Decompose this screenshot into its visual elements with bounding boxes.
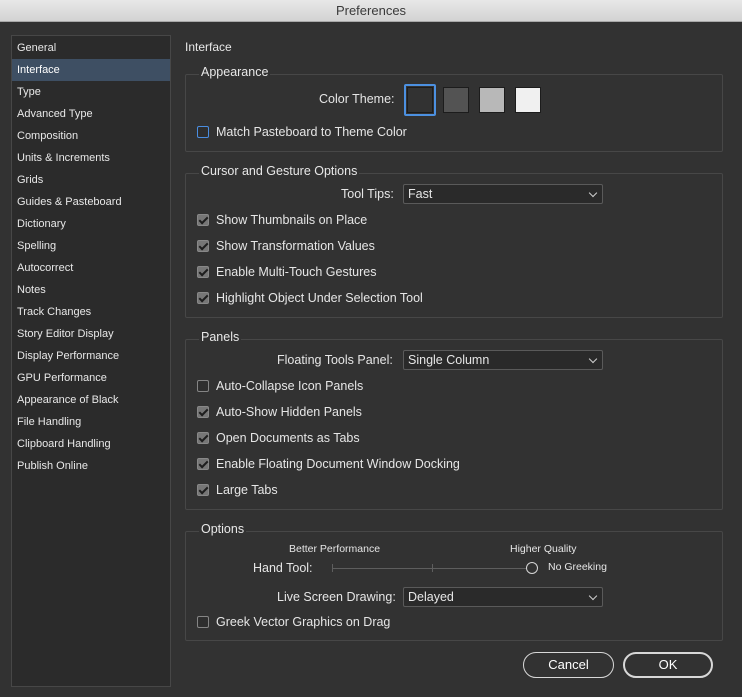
highlight-object-under-selection-tool-label: Highlight Object Under Selection Tool <box>216 291 423 305</box>
show-transformation-values-label: Show Transformation Values <box>216 239 375 253</box>
sidebar-item-composition[interactable]: Composition <box>12 125 170 147</box>
sidebar-item-story-editor-display[interactable]: Story Editor Display <box>12 323 170 345</box>
large-tabs-checkbox[interactable] <box>197 484 209 496</box>
open-documents-as-tabs-checkbox[interactable] <box>197 432 209 444</box>
selected-swatch-ring <box>404 84 436 116</box>
better-performance-label: Better Performance <box>289 543 381 555</box>
auto-show-hidden-panels-option[interactable]: Auto-Show Hidden Panels <box>197 403 362 421</box>
enable-floating-document-window-docking-checkbox[interactable] <box>197 458 209 470</box>
sidebar-item-autocorrect[interactable]: Autocorrect <box>12 257 170 279</box>
greek-vector-option[interactable]: Greek Vector Graphics on Drag <box>197 613 390 631</box>
sidebar-item-dictionary[interactable]: Dictionary <box>12 213 170 235</box>
options-group: Options Better Performance Higher Qualit… <box>185 522 723 641</box>
auto-show-hidden-panels-label: Auto-Show Hidden Panels <box>216 405 362 419</box>
options-group-title: Options <box>199 522 247 536</box>
ok-button[interactable]: OK <box>623 652 713 678</box>
sidebar-item-display-performance[interactable]: Display Performance <box>12 345 170 367</box>
preferences-content: Interface Appearance Color Theme: Match … <box>185 0 725 697</box>
sidebar-item-general[interactable]: General <box>12 37 170 59</box>
enable-multi-touch-gestures-label: Enable Multi-Touch Gestures <box>216 265 377 279</box>
color-theme-swatch[interactable] <box>443 87 469 113</box>
cancel-button[interactable]: Cancel <box>523 652 614 678</box>
sidebar-item-track-changes[interactable]: Track Changes <box>12 301 170 323</box>
cursor-gesture-group: Cursor and Gesture Options Tool Tips: Fa… <box>185 164 723 318</box>
floating-tools-select[interactable]: Single Column <box>403 350 603 370</box>
floating-tools-value: Single Column <box>408 353 490 367</box>
enable-floating-document-window-docking-label: Enable Floating Document Window Docking <box>216 457 460 471</box>
auto-show-hidden-panels-checkbox[interactable] <box>197 406 209 418</box>
show-thumbnails-on-place-label: Show Thumbnails on Place <box>216 213 368 227</box>
sidebar-item-advanced-type[interactable]: Advanced Type <box>12 103 170 125</box>
chevron-down-icon <box>588 188 598 198</box>
appearance-group-title: Appearance <box>199 65 271 79</box>
floating-tools-label: Floating Tools Panel: <box>277 353 393 367</box>
slider-tick <box>432 564 433 572</box>
sidebar-item-type[interactable]: Type <box>12 81 170 103</box>
sidebar-item-clipboard-handling[interactable]: Clipboard Handling <box>12 433 170 455</box>
sidebar-item-units-increments[interactable]: Units & Increments <box>12 147 170 169</box>
sidebar-item-notes[interactable]: Notes <box>12 279 170 301</box>
tool-tips-select[interactable]: Fast <box>403 184 603 204</box>
color-theme-label: Color Theme: <box>319 92 395 106</box>
panels-group: Panels Floating Tools Panel: Single Colu… <box>185 330 723 510</box>
page-title: Interface <box>185 40 232 54</box>
show-transformation-values-checkbox[interactable] <box>197 240 209 252</box>
appearance-group: Appearance Color Theme: Match Pasteboard… <box>185 65 723 152</box>
large-tabs-label: Large Tabs <box>216 483 278 497</box>
sidebar-item-gpu-performance[interactable]: GPU Performance <box>12 367 170 389</box>
enable-floating-document-window-docking-option[interactable]: Enable Floating Document Window Docking <box>197 455 460 473</box>
tool-tips-value: Fast <box>408 187 433 201</box>
sidebar-item-grids[interactable]: Grids <box>12 169 170 191</box>
live-screen-drawing-value: Delayed <box>408 590 454 604</box>
sidebar-item-appearance-of-black[interactable]: Appearance of Black <box>12 389 170 411</box>
tool-tips-label: Tool Tips: <box>341 187 394 201</box>
highlight-object-under-selection-tool-checkbox[interactable] <box>197 292 209 304</box>
panels-group-title: Panels <box>199 330 242 344</box>
show-transformation-values-option[interactable]: Show Transformation Values <box>197 237 375 255</box>
auto-collapse-icon-panels-checkbox[interactable] <box>197 380 209 392</box>
match-pasteboard-option[interactable]: Match Pasteboard to Theme Color <box>197 123 407 141</box>
hand-tool-slider[interactable] <box>332 560 542 576</box>
live-screen-drawing-label: Live Screen Drawing: <box>277 590 396 604</box>
greek-vector-checkbox[interactable] <box>197 616 209 628</box>
enable-multi-touch-gestures-checkbox[interactable] <box>197 266 209 278</box>
greek-vector-label: Greek Vector Graphics on Drag <box>216 615 391 629</box>
sidebar-item-guides-pasteboard[interactable]: Guides & Pasteboard <box>12 191 170 213</box>
open-documents-as-tabs-option[interactable]: Open Documents as Tabs <box>197 429 360 447</box>
color-theme-swatch[interactable] <box>515 87 541 113</box>
hand-tool-value: No Greeking <box>548 561 607 573</box>
auto-collapse-icon-panels-label: Auto-Collapse Icon Panels <box>216 379 364 393</box>
sidebar-item-publish-online[interactable]: Publish Online <box>12 455 170 477</box>
auto-collapse-icon-panels-option[interactable]: Auto-Collapse Icon Panels <box>197 377 363 395</box>
color-theme-swatch[interactable] <box>479 87 505 113</box>
slider-thumb[interactable] <box>526 562 538 574</box>
match-pasteboard-label: Match Pasteboard to Theme Color <box>216 125 407 139</box>
slider-tick <box>332 564 333 572</box>
sidebar-item-file-handling[interactable]: File Handling <box>12 411 170 433</box>
show-thumbnails-on-place-option[interactable]: Show Thumbnails on Place <box>197 211 367 229</box>
hand-tool-label: Hand Tool: <box>253 561 313 575</box>
chevron-down-icon <box>588 591 598 601</box>
show-thumbnails-on-place-checkbox[interactable] <box>197 214 209 226</box>
match-pasteboard-checkbox[interactable] <box>197 126 209 138</box>
preferences-category-list[interactable]: General Interface Type Advanced Type Composi… <box>11 35 171 687</box>
cursor-gesture-group-title: Cursor and Gesture Options <box>199 164 360 178</box>
open-documents-as-tabs-label: Open Documents as Tabs <box>216 431 360 445</box>
enable-multi-touch-gestures-option[interactable]: Enable Multi-Touch Gestures <box>197 263 377 281</box>
large-tabs-option[interactable]: Large Tabs <box>197 481 278 499</box>
higher-quality-label: Higher Quality <box>510 543 577 555</box>
sidebar-item-spelling[interactable]: Spelling <box>12 235 170 257</box>
live-screen-drawing-select[interactable]: Delayed <box>403 587 603 607</box>
highlight-object-under-selection-tool-option[interactable]: Highlight Object Under Selection Tool <box>197 289 423 307</box>
sidebar-item-interface[interactable]: Interface <box>12 59 170 81</box>
chevron-down-icon <box>588 354 598 364</box>
color-theme-swatches <box>404 84 547 116</box>
